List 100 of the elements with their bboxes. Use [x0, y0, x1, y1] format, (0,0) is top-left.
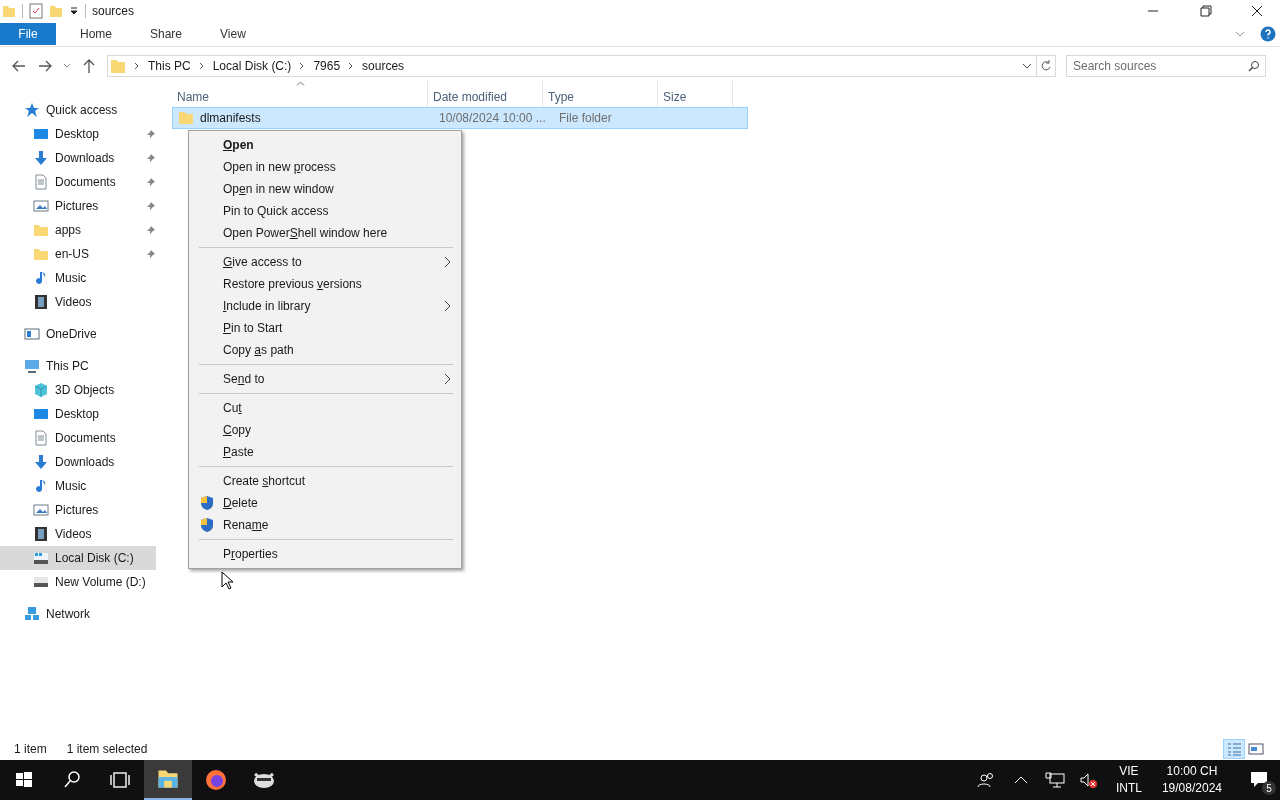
forward-arrow-icon[interactable]	[37, 58, 53, 74]
search-field[interactable]: Search sources	[1066, 55, 1266, 77]
address-bar[interactable]: This PC Local Disk (C:) 7965 sources	[107, 55, 1037, 77]
navigation-item[interactable]: Network	[0, 602, 172, 626]
navigation-item[interactable]: Downloads	[0, 450, 156, 474]
picture-icon	[33, 502, 49, 518]
folder-icon	[178, 111, 194, 125]
folder-app-icon[interactable]	[144, 760, 192, 800]
breadcrumb[interactable]: This PC	[148, 59, 191, 73]
navigation-item[interactable]: Pictures	[0, 498, 156, 522]
navigation-item[interactable]: Music	[0, 474, 156, 498]
menu-item[interactable]: Restore previous versions	[191, 273, 459, 295]
menu-item[interactable]: Rename	[191, 514, 459, 536]
navigation-item[interactable]: Downloads	[0, 146, 156, 170]
computer-icon	[24, 358, 40, 374]
selection-count: 1 item selected	[66, 742, 148, 756]
large-icons-view-icon[interactable]	[1246, 740, 1266, 758]
network-icon[interactable]	[1043, 770, 1066, 790]
chevron-right-icon	[299, 62, 306, 70]
folder-icon	[110, 58, 126, 74]
cloud-drive-icon	[24, 326, 40, 342]
navigation-item[interactable]: 3D Objects	[0, 378, 156, 402]
menu-item[interactable]: Send to	[191, 368, 459, 390]
navigation-item[interactable]: apps	[0, 218, 156, 242]
document-icon	[33, 174, 49, 190]
menu-item[interactable]: Open PowerShell window here	[191, 222, 459, 244]
window-title: sources	[92, 4, 135, 18]
file-name: dlmanifests	[200, 111, 261, 125]
menu-item[interactable]: Copy as path	[191, 339, 459, 361]
pin-icon	[146, 177, 156, 187]
navigation-item[interactable]: Local Disk (C:)	[0, 546, 156, 570]
film-icon	[33, 526, 49, 542]
menu-item[interactable]: Open in new window	[191, 178, 459, 200]
menu-item[interactable]: Delete	[191, 492, 459, 514]
menu-item[interactable]: Pin to Quick access	[191, 200, 459, 222]
type-cell-text: File folder	[558, 110, 613, 127]
film-icon	[33, 294, 49, 310]
download-arrow-icon	[33, 454, 49, 470]
mouse-pointer-icon	[221, 571, 233, 590]
navigation-item[interactable]: Videos	[0, 522, 156, 546]
shield-icon	[199, 495, 215, 511]
navigation-item[interactable]: Documents	[0, 426, 156, 450]
cube-icon	[33, 382, 49, 398]
back-arrow-icon[interactable]	[11, 58, 27, 74]
ribbon-tab[interactable]: Share	[136, 23, 197, 45]
breadcrumb[interactable]: 7965	[313, 59, 341, 73]
date-cell-text: 10/08/2024 10:00 ...	[438, 110, 547, 127]
navigation-item[interactable]: Quick access	[0, 98, 172, 122]
file-tab[interactable]: File	[0, 23, 56, 45]
refresh-button[interactable]	[1037, 55, 1056, 77]
navigation-item[interactable]: This PC	[0, 354, 172, 378]
navigation-item[interactable]: Desktop	[0, 122, 156, 146]
ribbon-tab[interactable]: Home	[66, 23, 126, 45]
menu-item[interactable]: Open in new process	[191, 156, 459, 178]
navigation-item[interactable]: New Volume (D:)	[0, 570, 156, 594]
dropdown-icon[interactable]	[69, 6, 79, 16]
folder-icon	[33, 246, 49, 262]
pin-icon	[146, 225, 156, 235]
input-language-button[interactable]: VIE INTL	[1115, 763, 1142, 797]
navigation-item[interactable]: OneDrive	[0, 322, 172, 346]
menu-item[interactable]: Open	[191, 134, 459, 156]
desktop-icon	[33, 126, 49, 142]
drive-icon	[33, 574, 49, 590]
picture-icon	[33, 198, 49, 214]
menu-item[interactable]: Include in library	[191, 295, 459, 317]
breadcrumb[interactable]: Local Disk (C:)	[212, 59, 292, 73]
chevron-down-icon[interactable]	[1022, 61, 1032, 71]
pin-icon	[146, 201, 156, 211]
menu-item[interactable]: Pin to Start	[191, 317, 459, 339]
navigation-item[interactable]: Pictures	[0, 194, 156, 218]
navigation-item[interactable]: Documents	[0, 170, 156, 194]
file-row[interactable]: dlmanifests 10/08/2024 10:00 ... File folder	[172, 107, 748, 129]
desktop-icon	[33, 406, 49, 422]
navigation-item[interactable]: Music	[0, 266, 156, 290]
breadcrumb[interactable]: sources	[362, 59, 405, 73]
shield-icon	[199, 517, 215, 533]
menu-item[interactable]: Paste	[191, 441, 459, 463]
drive-icon	[33, 550, 49, 566]
help-icon[interactable]	[1260, 26, 1276, 42]
navigation-item[interactable]: Videos	[0, 290, 156, 314]
menu-item[interactable]: Cut	[191, 397, 459, 419]
star-icon	[24, 102, 40, 118]
menu-item[interactable]: Properties	[191, 543, 459, 565]
folder-icon	[33, 222, 49, 238]
navigation-item[interactable]: Desktop	[0, 402, 156, 426]
item-count: 1 item	[14, 742, 47, 756]
document-icon	[33, 430, 49, 446]
up-arrow-icon[interactable]	[81, 58, 97, 74]
refresh-icon	[1040, 60, 1052, 72]
menu-item[interactable]: Give access to	[191, 251, 459, 273]
ribbon-tab[interactable]: View	[206, 23, 260, 45]
pin-icon	[146, 129, 156, 139]
menu-item[interactable]: Create shortcut	[191, 470, 459, 492]
clock-button[interactable]: 10:00 CH 19/08/2024	[1161, 763, 1222, 797]
menu-item[interactable]: Copy	[191, 419, 459, 441]
navigation-item[interactable]: en-US	[0, 242, 156, 266]
properties-icon[interactable]	[29, 3, 43, 19]
pin-icon	[146, 249, 156, 259]
search-icon	[1248, 60, 1260, 72]
chevron-right-icon	[134, 62, 140, 70]
